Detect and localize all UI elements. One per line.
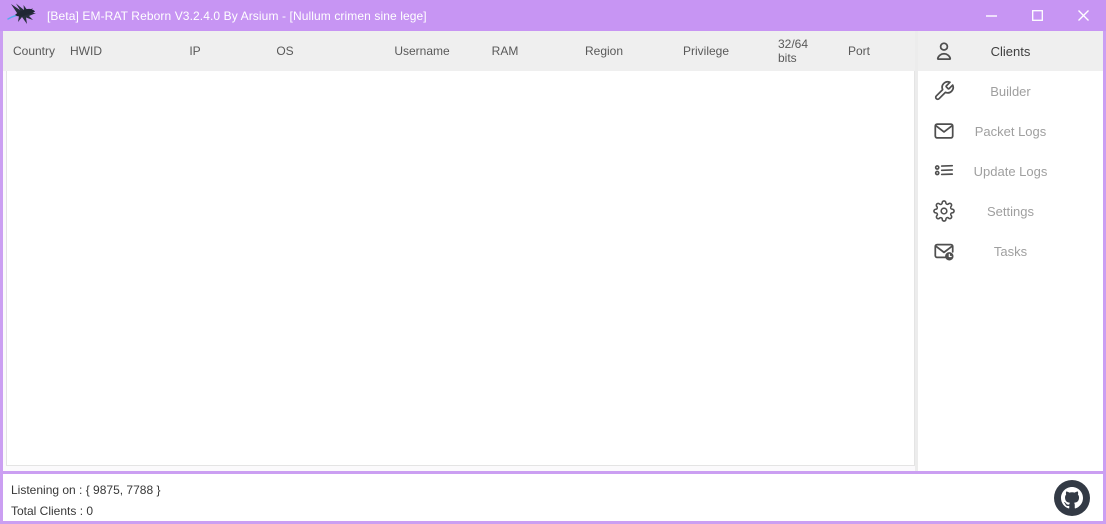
maximize-icon	[1032, 10, 1043, 21]
column-header-username[interactable]: Username	[394, 31, 449, 71]
client-table-header: Country HWID IP OS Username RAM Region P…	[3, 31, 915, 71]
minimize-button[interactable]	[968, 0, 1014, 31]
column-header-bits[interactable]: 32/64 bits	[778, 31, 824, 71]
sidebar-nav: Clients Builder Packet Logs	[915, 31, 1103, 471]
total-clients-status: Total Clients : 0	[11, 501, 1103, 522]
sidebar-item-tasks[interactable]: Tasks	[918, 231, 1103, 271]
column-header-hwid[interactable]: HWID	[70, 31, 102, 71]
list-icon	[932, 159, 956, 183]
close-button[interactable]	[1060, 0, 1106, 31]
statusbar: Listening on : { 9875, 7788 } Total Clie…	[3, 474, 1103, 521]
column-header-ram[interactable]: RAM	[492, 31, 519, 71]
envelope-icon	[932, 119, 956, 143]
github-icon	[1061, 487, 1083, 509]
app-window: [Beta] EM-RAT Reborn V3.2.4.0 By Arsium …	[0, 0, 1106, 524]
client-list-panel: Country HWID IP OS Username RAM Region P…	[3, 31, 915, 471]
listening-status: Listening on : { 9875, 7788 }	[11, 480, 1103, 501]
envelope-clock-icon	[932, 239, 956, 263]
column-header-country[interactable]: Country	[13, 31, 55, 71]
close-icon	[1078, 10, 1089, 21]
window-title: [Beta] EM-RAT Reborn V3.2.4.0 By Arsium …	[47, 9, 427, 23]
content-area: Country HWID IP OS Username RAM Region P…	[3, 31, 1103, 471]
column-header-port[interactable]: Port	[848, 31, 870, 71]
gear-icon	[932, 199, 956, 223]
sidebar-item-packet-logs[interactable]: Packet Logs	[918, 111, 1103, 151]
maximize-button[interactable]	[1014, 0, 1060, 31]
column-header-os[interactable]: OS	[276, 31, 293, 71]
wrench-icon	[932, 79, 956, 103]
sidebar-item-update-logs[interactable]: Update Logs	[918, 151, 1103, 191]
eagle-logo-icon	[7, 2, 39, 30]
person-icon	[932, 39, 956, 63]
titlebar[interactable]: [Beta] EM-RAT Reborn V3.2.4.0 By Arsium …	[0, 0, 1106, 31]
column-header-region[interactable]: Region	[585, 31, 623, 71]
column-header-ip[interactable]: IP	[189, 31, 200, 71]
sidebar-item-clients[interactable]: Clients	[918, 31, 1103, 71]
minimize-icon	[986, 15, 997, 17]
window-controls	[968, 0, 1106, 31]
sidebar-item-builder[interactable]: Builder	[918, 71, 1103, 111]
github-button[interactable]	[1054, 480, 1090, 516]
sidebar-item-settings[interactable]: Settings	[918, 191, 1103, 231]
column-header-privilege[interactable]: Privilege	[683, 31, 729, 71]
client-table-body	[6, 71, 915, 466]
